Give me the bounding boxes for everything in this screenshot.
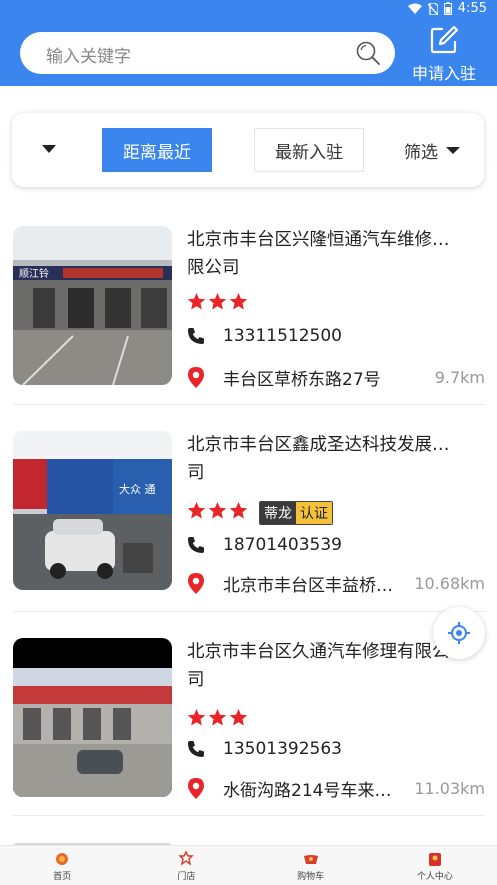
star-icon: [187, 708, 206, 726]
shop-photo: 顺江铃: [13, 226, 172, 385]
profile-icon: [428, 853, 441, 866]
battery-icon: [443, 2, 452, 15]
wifi-icon: [407, 3, 422, 14]
sort-nearest-tab[interactable]: 距离最近: [102, 128, 212, 172]
search-icon[interactable]: [355, 40, 381, 66]
shop-name-line2: 司: [187, 670, 205, 690]
shop-phone-row[interactable]: 13501392563: [187, 737, 342, 761]
star-icon: [229, 708, 248, 726]
shop-phone: 18701403539: [223, 535, 342, 555]
shop-address: 北京市丰台区丰益桥…: [223, 575, 393, 596]
apply-join-button[interactable]: 申请入驻: [404, 22, 484, 84]
tab-home[interactable]: 首页: [0, 846, 124, 885]
filter-button[interactable]: 筛选: [404, 128, 474, 172]
shop-distance: 10.68km: [414, 573, 485, 593]
phone-icon: [188, 741, 204, 757]
shop-distance: 11.03km: [414, 778, 485, 798]
location-pin-icon: [188, 572, 204, 594]
status-bar: 4:55: [0, 0, 497, 20]
shop-name-line1: 北京市丰台区鑫成圣达科技发展…: [187, 435, 450, 455]
shop-name-line2: 司: [187, 463, 205, 483]
shop-photo: [13, 638, 172, 797]
star-icon: [208, 292, 227, 310]
location-pin-icon: [188, 366, 204, 388]
home-icon: [56, 853, 69, 865]
phone-icon: [188, 537, 204, 553]
star-icon: [229, 501, 248, 519]
edit-icon: [430, 25, 459, 54]
shop-distance: 9.7km: [434, 367, 485, 387]
star-icon: [187, 501, 206, 519]
shop-list-item[interactable]: 北京市丰台区久通汽车修理有限公 司 13501392563 水衙沟路214号车来…: [13, 638, 485, 818]
shop-phone: 13311512500: [223, 326, 342, 346]
filter-label: 筛选: [404, 142, 438, 163]
shop-name: 北京市丰台区鑫成圣达科技发展… 司: [187, 431, 485, 487]
badge-cert: 认证: [296, 502, 332, 524]
shop-address-row: 水衙沟路214号车来… 11.03km: [187, 776, 485, 801]
tab-cart-label: 购物车: [297, 872, 325, 882]
shop-rating: [187, 708, 248, 732]
no-sim-icon: [427, 2, 438, 15]
shop-sign-text: 大众 通: [119, 482, 156, 496]
shop-name-line2: 限公司: [187, 258, 240, 278]
tab-store[interactable]: 门店: [124, 846, 248, 885]
crosshair-location-icon: [448, 622, 470, 644]
status-time: 4:55: [457, 1, 487, 16]
star-icon: [208, 501, 227, 519]
sort-newest-tab[interactable]: 最新入驻: [254, 128, 364, 172]
tab-home-label: 首页: [53, 872, 72, 882]
app-header: 4:55 输入关键字 申请入驻: [0, 0, 497, 86]
tab-store-label: 门店: [177, 872, 196, 882]
search-input[interactable]: 输入关键字: [20, 32, 395, 74]
caret-down-icon: [446, 146, 460, 154]
sort-filter-bar: 距离最近 最新入驻 筛选: [12, 113, 484, 187]
star-icon: [208, 708, 227, 726]
cart-icon: [303, 855, 318, 864]
shop-address-row: 丰台区草桥东路27号 9.7km: [187, 365, 485, 390]
locate-me-button[interactable]: [433, 607, 485, 659]
shop-rating: [187, 292, 248, 316]
store-icon: [178, 851, 195, 866]
star-icon: [187, 292, 206, 310]
shop-list-item[interactable]: 顺江铃 北京市丰台区兴隆恒通汽车维修… 限公司 13311512500 丰台区草…: [13, 226, 485, 406]
location-pin-icon: [188, 777, 204, 799]
shop-address: 丰台区草桥东路27号: [223, 369, 381, 390]
shop-name-line1: 北京市丰台区兴隆恒通汽车维修…: [187, 230, 450, 250]
shop-sign-text: 顺江铃: [19, 267, 49, 280]
tab-cart[interactable]: 购物车: [249, 846, 373, 885]
shop-name: 北京市丰台区兴隆恒通汽车维修… 限公司: [187, 226, 485, 282]
badge-brand: 蒂龙: [260, 502, 296, 524]
divider: [13, 404, 485, 405]
star-icon: [229, 292, 248, 310]
shop-address-row: 北京市丰台区丰益桥… 10.68km: [187, 571, 485, 596]
shop-list-item[interactable]: 大众 通 北京市丰台区鑫成圣达科技发展… 司 蒂龙 认证 18701403539…: [13, 431, 485, 611]
divider: [13, 611, 485, 612]
bottom-tab-bar: 首页 门店 购物车 个人中心: [0, 845, 497, 885]
shop-phone-row[interactable]: 18701403539: [187, 533, 342, 557]
shop-address: 水衙沟路214号车来…: [223, 780, 392, 801]
tab-profile-label: 个人中心: [416, 872, 453, 882]
shop-photo: 大众 通: [13, 431, 172, 590]
certified-badge: 蒂龙 认证: [259, 501, 333, 525]
tab-profile[interactable]: 个人中心: [373, 846, 497, 885]
shop-phone: 13501392563: [223, 739, 342, 759]
dropdown-triangle-icon[interactable]: [40, 143, 58, 155]
divider: [13, 815, 485, 816]
apply-join-label: 申请入驻: [411, 64, 476, 83]
shop-phone-row[interactable]: 13311512500: [187, 324, 342, 348]
phone-icon: [188, 328, 204, 344]
shop-rating: [187, 501, 248, 525]
search-placeholder: 输入关键字: [46, 47, 131, 67]
